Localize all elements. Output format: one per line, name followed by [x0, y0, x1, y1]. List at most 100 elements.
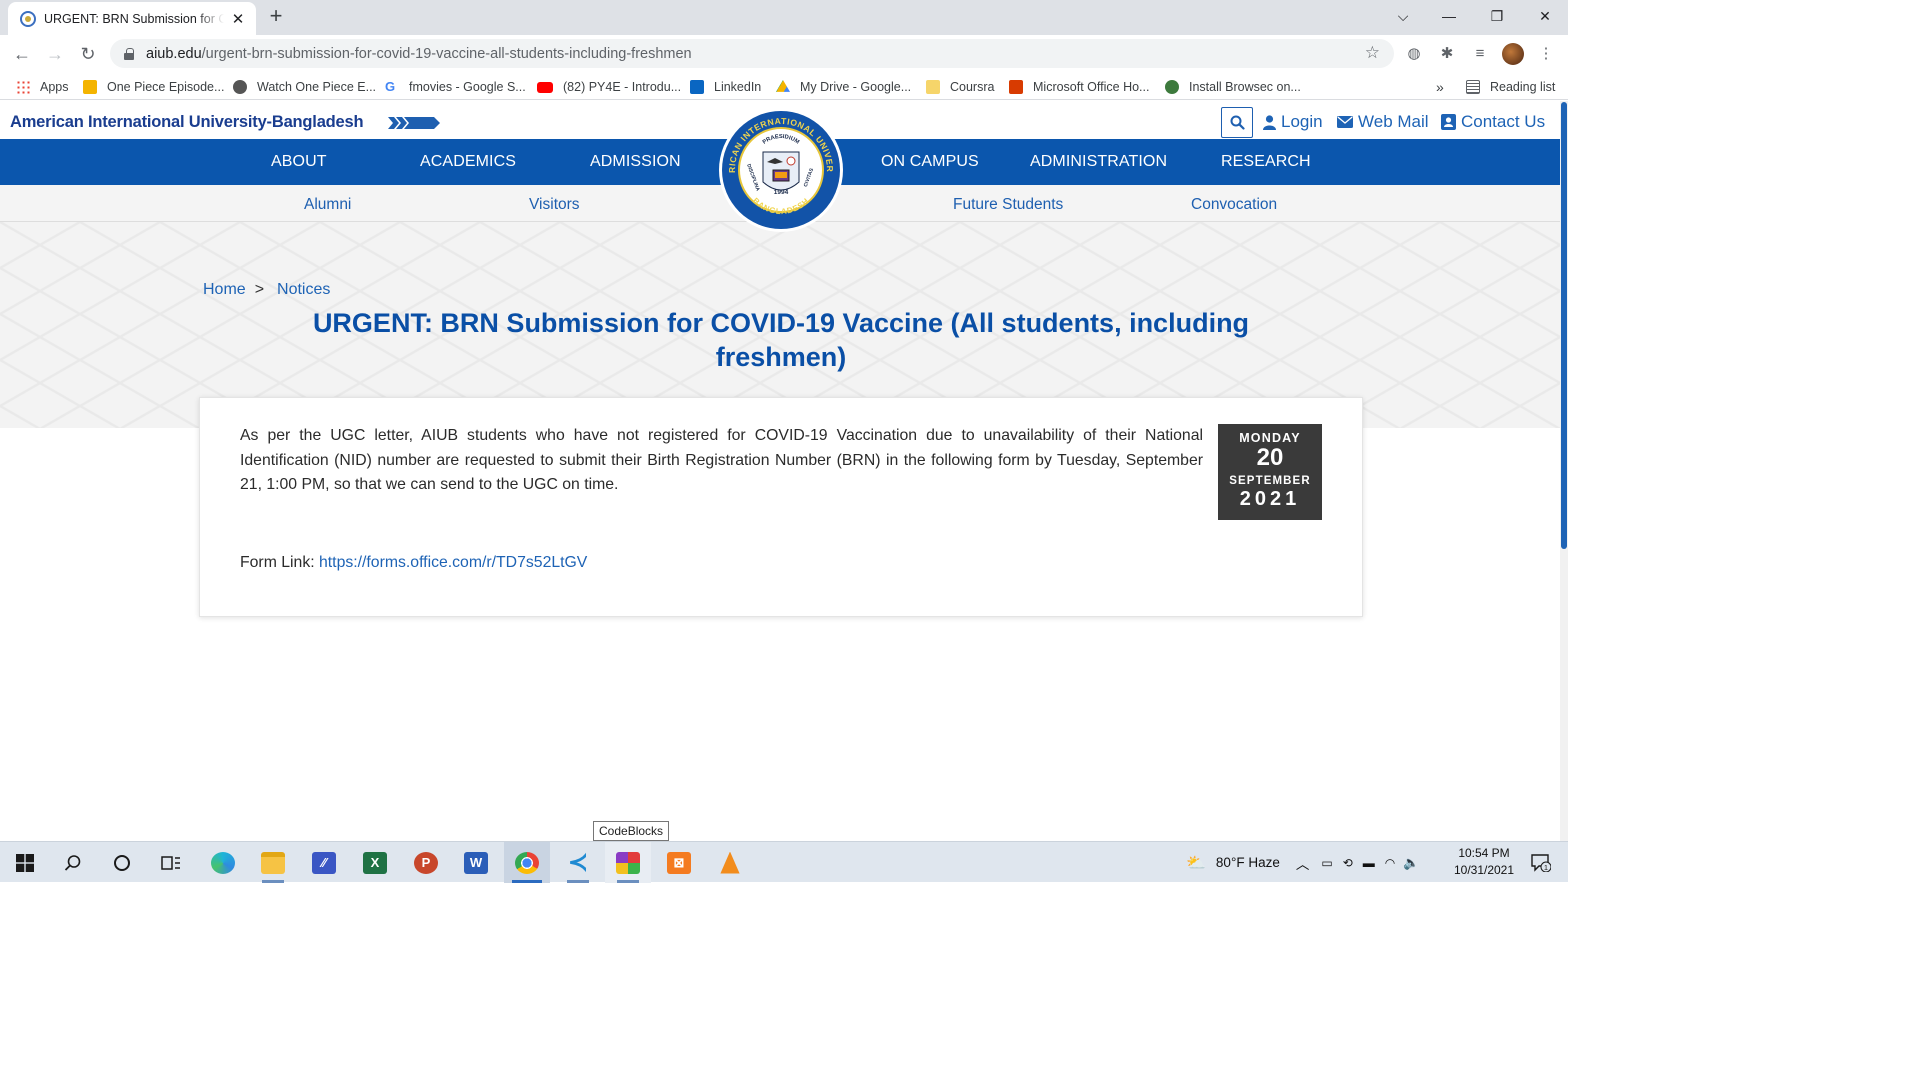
reading-list-button[interactable]: Reading list [1466, 78, 1555, 96]
site-search-button[interactable] [1221, 107, 1253, 138]
taskbar-chrome[interactable] [504, 842, 550, 883]
weather-icon: ⛅ [1186, 854, 1206, 872]
battery-icon[interactable]: ▬ [1363, 856, 1375, 870]
bookmark-py4e[interactable]: (82) PY4E - Introdu... [537, 78, 681, 96]
subnav-visitors[interactable]: Visitors [529, 196, 580, 214]
bookmarks-bar: Apps One Piece Episode... Watch One Piec… [0, 73, 1568, 100]
webmail-link[interactable]: Web Mail [1337, 112, 1429, 132]
google-drive-icon [776, 80, 790, 92]
reload-button[interactable]: ↻ [74, 41, 102, 67]
taskbar-vscode[interactable]: ≺ [555, 842, 601, 883]
action-center-button[interactable]: 1 [1518, 842, 1564, 883]
bookmarks-overflow-button[interactable]: » [1436, 78, 1444, 96]
svg-text:1994: 1994 [774, 189, 789, 196]
tab-search-icon[interactable]: ⌵ [1380, 0, 1426, 32]
login-link[interactable]: Login [1263, 112, 1323, 132]
weather-text[interactable]: 80°F Haze [1216, 855, 1280, 870]
system-tray: ⛅ 80°F Haze ︿ ▭ ⟲ ▬ ◠ 🔈 [1186, 842, 1419, 883]
tab-close-icon[interactable]: ✕ [230, 10, 246, 28]
bookmark-watch-one-piece[interactable]: Watch One Piece E... [233, 78, 376, 96]
lock-icon [124, 47, 134, 60]
notification-icon: 1 [1531, 853, 1551, 872]
page-scrollbar-thumb[interactable] [1561, 102, 1567, 549]
bookmark-browsec[interactable]: Install Browsec on... [1165, 78, 1301, 96]
taskbar-search-button[interactable] [50, 842, 96, 883]
nav-research[interactable]: RESEARCH [1221, 153, 1311, 171]
globe-icon [233, 80, 247, 94]
taskbar-codeblocks[interactable] [605, 842, 651, 883]
extensions-puzzle-icon[interactable]: ✱ [1436, 43, 1458, 65]
contact-us-link[interactable]: Contact Us [1441, 112, 1545, 132]
nav-admission[interactable]: ADMISSION [590, 153, 681, 171]
bookmark-microsoft-office[interactable]: Microsoft Office Ho... [1009, 78, 1149, 96]
profile-avatar[interactable] [1502, 43, 1524, 65]
browser-toolbar: ← → ↻ aiub.edu/urgent-brn-submission-for… [0, 35, 1568, 73]
taskbar-vlc[interactable] [707, 842, 753, 883]
bookmark-fmovies[interactable]: G fmovies - Google S... [385, 78, 526, 96]
nav-academics[interactable]: ACADEMICS [420, 153, 516, 171]
volume-icon[interactable]: 🔈 [1403, 855, 1419, 871]
bookmark-my-drive[interactable]: My Drive - Google... [776, 78, 911, 96]
minimize-button[interactable]: — [1426, 0, 1472, 32]
nav-on-campus[interactable]: ON CAMPUS [881, 153, 979, 171]
nav-administration[interactable]: ADMINISTRATION [1030, 153, 1167, 171]
bookmark-one-piece-episode[interactable]: One Piece Episode... [83, 78, 224, 96]
breadcrumb-notices-link[interactable]: Notices [277, 281, 330, 299]
office-icon [1009, 80, 1023, 94]
vscode-icon: ≺ [567, 849, 589, 876]
forward-button[interactable]: → [41, 41, 69, 67]
wifi-icon[interactable]: ◠ [1385, 856, 1395, 870]
task-view-button[interactable] [148, 842, 194, 883]
linkedin-icon [690, 80, 704, 94]
restore-button[interactable]: ❐ [1474, 0, 1520, 32]
browser-menu-icon[interactable]: ⋮ [1535, 43, 1557, 65]
meet-now-icon[interactable]: ▭ [1321, 856, 1332, 870]
close-window-button[interactable]: ✕ [1522, 0, 1568, 32]
apps-grid-icon [16, 80, 30, 94]
xampp-icon: ⊠ [667, 851, 691, 874]
form-link-line: Form Link: https://forms.office.com/r/TD… [240, 554, 587, 572]
bookmark-coursra[interactable]: Coursra [926, 78, 994, 96]
codeblocks-icon [616, 851, 640, 874]
windows-taskbar: ⁄⁄ X P W ≺ ⊠ ⛅ 80°F Haze ︿ ▭ ⟲ ▬ ◠ 🔈 10:… [0, 841, 1568, 883]
search-icon [64, 854, 81, 871]
taskbar-powerpoint[interactable]: P [403, 842, 449, 883]
taskbar-word[interactable]: W [453, 842, 499, 883]
address-bar[interactable]: aiub.edu/urgent-brn-submission-for-covid… [110, 39, 1394, 68]
media-control-icon[interactable]: ≡ [1469, 43, 1491, 65]
taskbar-edge[interactable] [200, 842, 246, 883]
bookmark-favicon-icon [83, 80, 97, 94]
bookmark-star-icon[interactable]: ☆ [1365, 43, 1380, 63]
web-page: American International University-Bangla… [0, 101, 1560, 841]
site-brand-name[interactable]: American International University-Bangla… [10, 113, 364, 132]
nav-about[interactable]: ABOUT [271, 153, 327, 171]
start-button[interactable] [2, 842, 48, 883]
vlc-cone-icon [720, 851, 740, 874]
taskbar-app-blue[interactable]: ⁄⁄ [301, 842, 347, 883]
subnav-alumni[interactable]: Alumni [304, 196, 351, 214]
notice-card: As per the UGC letter, AIUB students who… [199, 397, 1363, 617]
breadcrumb-home-link[interactable]: Home [203, 281, 246, 299]
notice-date-badge: MONDAY 20 SEPTEMBER 2021 [1218, 424, 1322, 520]
form-link-url[interactable]: https://forms.office.com/r/TD7s52LtGV [319, 554, 587, 571]
windows-logo-icon [16, 853, 34, 872]
subnav-convocation[interactable]: Convocation [1191, 196, 1277, 214]
vpn-extension-icon[interactable]: ◍ [1403, 43, 1425, 65]
date-day: 20 [1256, 444, 1284, 471]
taskbar-excel[interactable]: X [352, 842, 398, 883]
sync-icon[interactable]: ⟲ [1343, 856, 1353, 870]
taskbar-file-explorer[interactable] [250, 842, 296, 883]
bookmark-apps[interactable]: Apps [16, 78, 69, 96]
new-tab-button[interactable]: + [264, 5, 288, 29]
site-favicon-icon [20, 10, 36, 27]
bookmark-linkedin[interactable]: LinkedIn [690, 78, 761, 96]
cortana-button[interactable] [99, 842, 145, 883]
date-year: 2021 [1239, 488, 1301, 510]
taskbar-xampp[interactable]: ⊠ [656, 842, 702, 883]
subnav-future-students[interactable]: Future Students [953, 196, 1063, 214]
back-button[interactable]: ← [8, 41, 36, 67]
browser-tab-active[interactable]: URGENT: BRN Submission for COVID-19 Vacc… [8, 2, 256, 35]
tray-overflow-icon[interactable]: ︿ [1296, 853, 1310, 873]
system-clock[interactable]: 10:54 PM 10/31/2021 [1448, 845, 1520, 879]
university-seal-logo[interactable]: AMERICAN INTERNATIONAL UNIVERSITY BANGLA… [717, 106, 845, 234]
